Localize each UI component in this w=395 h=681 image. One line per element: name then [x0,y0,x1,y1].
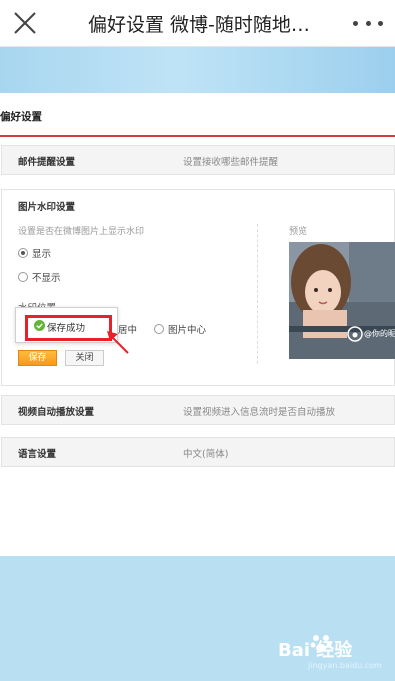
close-icon[interactable] [12,10,38,36]
red-arrow-icon [107,331,129,354]
settings-content: 偏好设置 邮件提醒设置 设置接收哪些邮件提醒 图片水印设置 设置是否在微博图片上… [0,93,395,556]
paw-icon [310,635,332,652]
title-underline [0,135,395,137]
email-setting-row[interactable]: 邮件提醒设置 设置接收哪些邮件提醒 [1,145,395,175]
language-setting-label: 语言设置 [18,449,57,460]
baidu-jingyan-logo: Bai 经验 [268,632,383,662]
watermark-title: 图片水印设置 [18,202,76,213]
header-banner [0,47,395,93]
email-setting-label: 邮件提醒设置 [18,157,76,168]
section-title: 偏好设置 [0,111,42,123]
radio-pos-image-center[interactable]: 图片中心 [154,322,206,336]
baidu-url: jingyan.baidu.com [308,661,382,670]
radio-show[interactable]: 显示 [18,246,51,260]
language-setting-desc: 中文(简体) [183,449,229,460]
watermark-desc: 设置是否在微博图片上显示水印 [18,227,145,237]
toast-text: 保存成功 [47,323,86,334]
app-bar: 偏好设置 微博-随时随地… [0,0,395,47]
more-dots-icon[interactable] [353,13,383,33]
radio-pos-image-center-dot[interactable] [154,324,164,334]
check-circle-icon [34,320,45,331]
save-button[interactable]: 保存 [18,350,57,366]
language-setting-row[interactable]: 语言设置 中文(简体) [1,437,395,467]
radio-show-dot[interactable] [18,248,28,258]
watermark-panel: 图片水印设置 设置是否在微博图片上显示水印 显示 不显示 水印位置 居中 图片中… [1,189,395,386]
radio-show-label: 显示 [32,249,52,260]
preview-watermark-text: @你的昵 [364,329,395,338]
preview-image: @你的昵 [289,242,395,359]
close-button[interactable]: 关闭 [65,350,104,366]
radio-hide-dot[interactable] [18,272,28,282]
email-setting-desc: 设置接收哪些邮件提醒 [183,157,279,168]
preview-label: 预览 [289,227,308,237]
page-title: 偏好设置 微博-随时随地… [88,14,310,36]
radio-hide[interactable]: 不显示 [18,270,61,284]
radio-pos-image-center-label: 图片中心 [168,325,207,336]
video-setting-row[interactable]: 视频自动播放设置 设置视频进入信息流时是否自动播放 [1,395,395,425]
panel-divider [257,224,258,364]
video-setting-label: 视频自动播放设置 [18,407,95,418]
radio-hide-label: 不显示 [32,273,61,284]
save-success-toast: 保存成功 [15,307,118,343]
video-setting-desc: 设置视频进入信息流时是否自动播放 [183,407,336,418]
